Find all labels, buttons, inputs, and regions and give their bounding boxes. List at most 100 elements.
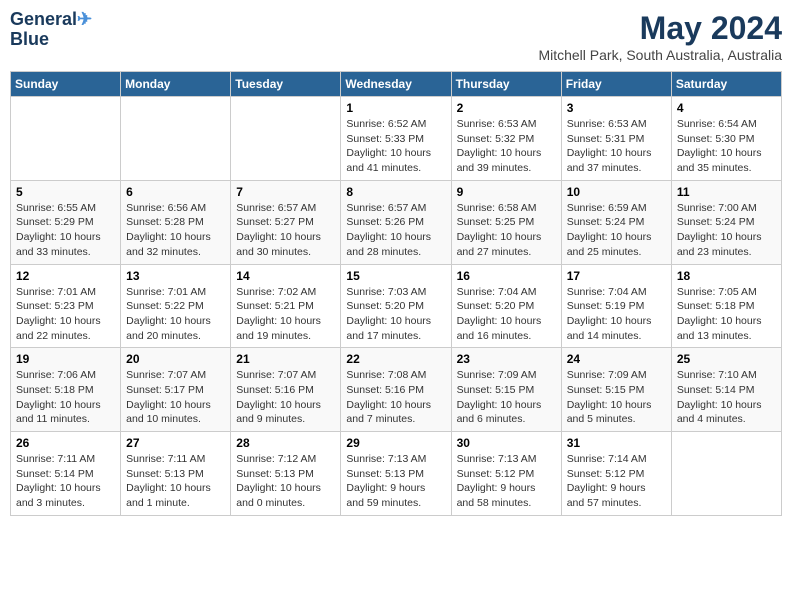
day-info: Sunrise: 7:11 AMSunset: 5:13 PMDaylight:… [126,452,225,511]
day-number: 28 [236,436,335,450]
day-info: Sunrise: 7:05 AMSunset: 5:18 PMDaylight:… [677,285,776,344]
calendar-cell: 22Sunrise: 7:08 AMSunset: 5:16 PMDayligh… [341,348,451,432]
calendar-cell: 30 Sunrise: 7:13 AMSunset: 5:12 PMDayligh… [451,432,561,516]
day-number: 9 [457,185,556,199]
calendar-cell: 1 Sunrise: 6:52 AMSunset: 5:33 PMDaylight… [341,97,451,181]
day-info: Sunrise: 7:00 AMSunset: 5:24 PMDaylight:… [677,201,776,260]
day-header-sunday: Sunday [11,72,121,97]
calendar-cell: 28Sunrise: 7:12 AMSunset: 5:13 PMDayligh… [231,432,341,516]
day-info: Sunrise: 6:57 AMSunset: 5:27 PMDaylight:… [236,201,335,260]
day-header-monday: Monday [121,72,231,97]
day-number: 17 [567,269,666,283]
calendar-cell [671,432,781,516]
calendar-cell [121,97,231,181]
calendar-cell: 19Sunrise: 7:06 AMSunset: 5:18 PMDayligh… [11,348,121,432]
day-number: 24 [567,352,666,366]
day-number: 22 [346,352,445,366]
day-number: 21 [236,352,335,366]
day-number: 4 [677,101,776,115]
day-number: 7 [236,185,335,199]
day-number: 18 [677,269,776,283]
day-number: 27 [126,436,225,450]
calendar-cell [231,97,341,181]
day-number: 12 [16,269,115,283]
calendar-cell: 25 Sunrise: 7:10 AMSunset: 5:14 PMDayligh… [671,348,781,432]
day-info: Sunrise: 6:54 AMSunset: 5:30 PMDaylight:… [677,117,776,176]
calendar-cell: 17 Sunrise: 7:04 AMSunset: 5:19 PMDayligh… [561,264,671,348]
calendar-cell [11,97,121,181]
calendar-cell: 20 Sunrise: 7:07 AMSunset: 5:17 PMDayligh… [121,348,231,432]
calendar-cell: 9 Sunrise: 6:58 AMSunset: 5:25 PMDaylight… [451,180,561,264]
day-info: Sunrise: 6:52 AMSunset: 5:33 PMDaylight:… [346,117,445,176]
day-info: Sunrise: 7:11 AMSunset: 5:14 PMDaylight:… [16,452,115,511]
day-header-wednesday: Wednesday [341,72,451,97]
day-info: Sunrise: 6:58 AMSunset: 5:25 PMDaylight:… [457,201,556,260]
day-info: Sunrise: 7:02 AMSunset: 5:21 PMDaylight:… [236,285,335,344]
day-info: Sunrise: 7:04 AMSunset: 5:20 PMDaylight:… [457,285,556,344]
calendar-cell: 7 Sunrise: 6:57 AMSunset: 5:27 PMDaylight… [231,180,341,264]
calendar-table: SundayMondayTuesdayWednesdayThursdayFrid… [10,71,782,516]
calendar-week-5: 26Sunrise: 7:11 AMSunset: 5:14 PMDayligh… [11,432,782,516]
day-info: Sunrise: 7:10 AMSunset: 5:14 PMDaylight:… [677,368,776,427]
day-number: 29 [346,436,445,450]
page-header: General✈Blue May 2024 Mitchell Park, Sou… [10,10,782,63]
calendar-body: 1 Sunrise: 6:52 AMSunset: 5:33 PMDaylight… [11,97,782,516]
day-number: 10 [567,185,666,199]
calendar-cell: 31 Sunrise: 7:14 AMSunset: 5:12 PMDayligh… [561,432,671,516]
calendar-cell: 12 Sunrise: 7:01 AMSunset: 5:23 PMDayligh… [11,264,121,348]
day-number: 14 [236,269,335,283]
calendar-cell: 16 Sunrise: 7:04 AMSunset: 5:20 PMDayligh… [451,264,561,348]
calendar-cell: 5Sunrise: 6:55 AMSunset: 5:29 PMDaylight… [11,180,121,264]
logo: General✈Blue [10,10,92,50]
day-header-saturday: Saturday [671,72,781,97]
calendar-cell: 27 Sunrise: 7:11 AMSunset: 5:13 PMDayligh… [121,432,231,516]
day-info: Sunrise: 7:04 AMSunset: 5:19 PMDaylight:… [567,285,666,344]
day-info: Sunrise: 7:09 AMSunset: 5:15 PMDaylight:… [457,368,556,427]
day-number: 23 [457,352,556,366]
calendar-cell: 21Sunrise: 7:07 AMSunset: 5:16 PMDayligh… [231,348,341,432]
day-header-tuesday: Tuesday [231,72,341,97]
title-block: May 2024 Mitchell Park, South Australia,… [538,10,782,63]
calendar-week-2: 5Sunrise: 6:55 AMSunset: 5:29 PMDaylight… [11,180,782,264]
day-number: 31 [567,436,666,450]
day-number: 2 [457,101,556,115]
day-number: 1 [346,101,445,115]
day-info: Sunrise: 7:09 AMSunset: 5:15 PMDaylight:… [567,368,666,427]
day-number: 19 [16,352,115,366]
day-header-thursday: Thursday [451,72,561,97]
day-number: 3 [567,101,666,115]
day-number: 6 [126,185,225,199]
day-number: 20 [126,352,225,366]
calendar-cell: 18 Sunrise: 7:05 AMSunset: 5:18 PMDayligh… [671,264,781,348]
day-header-friday: Friday [561,72,671,97]
calendar-cell: 4 Sunrise: 6:54 AMSunset: 5:30 PMDaylight… [671,97,781,181]
calendar-cell: 2Sunrise: 6:53 AMSunset: 5:32 PMDaylight… [451,97,561,181]
calendar-header-row: SundayMondayTuesdayWednesdayThursdayFrid… [11,72,782,97]
day-info: Sunrise: 7:01 AMSunset: 5:23 PMDaylight:… [16,285,115,344]
calendar-cell: 10 Sunrise: 6:59 AMSunset: 5:24 PMDayligh… [561,180,671,264]
calendar-cell: 26Sunrise: 7:11 AMSunset: 5:14 PMDayligh… [11,432,121,516]
calendar-week-1: 1 Sunrise: 6:52 AMSunset: 5:33 PMDaylight… [11,97,782,181]
subtitle: Mitchell Park, South Australia, Australi… [538,47,782,63]
calendar-cell: 14 Sunrise: 7:02 AMSunset: 5:21 PMDayligh… [231,264,341,348]
day-info: Sunrise: 6:56 AMSunset: 5:28 PMDaylight:… [126,201,225,260]
day-info: Sunrise: 7:14 AMSunset: 5:12 PMDaylight:… [567,452,666,511]
day-number: 30 [457,436,556,450]
calendar-cell: 11Sunrise: 7:00 AMSunset: 5:24 PMDayligh… [671,180,781,264]
day-info: Sunrise: 7:13 AMSunset: 5:12 PMDaylight:… [457,452,556,511]
day-number: 25 [677,352,776,366]
day-number: 13 [126,269,225,283]
calendar-cell: 23 Sunrise: 7:09 AMSunset: 5:15 PMDayligh… [451,348,561,432]
day-info: Sunrise: 6:57 AMSunset: 5:26 PMDaylight:… [346,201,445,260]
calendar-cell: 24 Sunrise: 7:09 AMSunset: 5:15 PMDayligh… [561,348,671,432]
day-info: Sunrise: 6:53 AMSunset: 5:31 PMDaylight:… [567,117,666,176]
calendar-cell: 3 Sunrise: 6:53 AMSunset: 5:31 PMDaylight… [561,97,671,181]
calendar-cell: 8 Sunrise: 6:57 AMSunset: 5:26 PMDaylight… [341,180,451,264]
day-info: Sunrise: 7:13 AMSunset: 5:13 PMDaylight:… [346,452,445,511]
day-number: 16 [457,269,556,283]
day-number: 8 [346,185,445,199]
day-info: Sunrise: 7:07 AMSunset: 5:17 PMDaylight:… [126,368,225,427]
day-info: Sunrise: 6:59 AMSunset: 5:24 PMDaylight:… [567,201,666,260]
day-info: Sunrise: 7:03 AMSunset: 5:20 PMDaylight:… [346,285,445,344]
main-title: May 2024 [538,10,782,47]
